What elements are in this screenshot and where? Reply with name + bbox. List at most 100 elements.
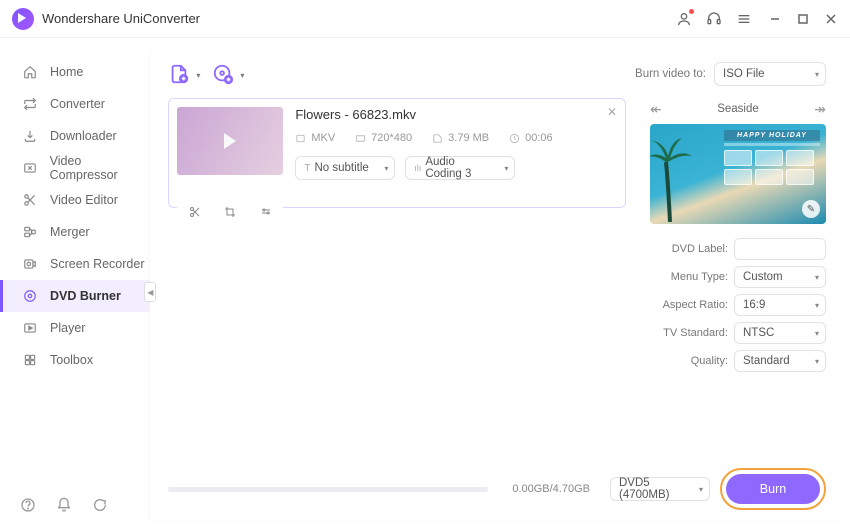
sidebar: Home Converter Downloader Video Compress… [0, 38, 150, 527]
sidebar-item-dvd-burner[interactable]: DVD Burner [0, 280, 150, 312]
feedback-icon[interactable] [92, 497, 108, 513]
tv-standard-select[interactable]: NTSC▾ [734, 322, 826, 344]
merge-icon [22, 224, 38, 240]
video-list: Flowers - 66823.mkv MKV 720*480 3.79 MB … [168, 98, 626, 467]
sidebar-item-label: Screen Recorder [50, 257, 145, 271]
close-button[interactable] [824, 12, 838, 26]
sidebar-item-label: Toolbox [50, 353, 93, 367]
sidebar-item-label: DVD Burner [50, 289, 121, 303]
sidebar-collapse-button[interactable]: ◀ [144, 282, 156, 302]
settings-panel: ↞ Seaside ↠ HAPPY HOLIDAY ✎ [650, 98, 826, 467]
video-filename: Flowers - 66823.mkv [295, 107, 617, 122]
video-duration: 00:06 [509, 132, 553, 144]
trim-icon[interactable] [189, 206, 201, 218]
theme-preview: HAPPY HOLIDAY ✎ [650, 124, 826, 224]
load-disc-button[interactable]: ▾ [212, 63, 234, 85]
sidebar-item-label: Home [50, 65, 83, 79]
burn-highlight: Burn [720, 468, 826, 510]
app-title: Wondershare UniConverter [42, 11, 200, 26]
effect-icon[interactable] [260, 206, 272, 218]
burn-to-value: ISO File [723, 68, 765, 80]
theme-banner-text: HAPPY HOLIDAY [724, 130, 820, 141]
chevron-down-icon: ▾ [699, 485, 703, 494]
audio-select[interactable]: ılıAudio Coding 3▾ [405, 156, 515, 180]
add-file-button[interactable]: ▾ [168, 63, 190, 85]
sidebar-item-label: Downloader [50, 129, 117, 143]
remove-video-button[interactable]: ✕ [607, 105, 617, 119]
disc-type-select[interactable]: DVD5 (4700MB)▾ [610, 477, 710, 501]
edit-theme-button[interactable]: ✎ [802, 200, 820, 218]
quality-select[interactable]: Standard▾ [734, 350, 826, 372]
sidebar-item-converter[interactable]: Converter [0, 88, 150, 120]
video-card: Flowers - 66823.mkv MKV 720*480 3.79 MB … [168, 98, 626, 208]
main-panel: ▾ ▾ Burn video to: ISO File ▾ [150, 44, 844, 521]
content: Flowers - 66823.mkv MKV 720*480 3.79 MB … [168, 98, 826, 467]
sidebar-item-player[interactable]: Player [0, 312, 150, 344]
sidebar-item-editor[interactable]: Video Editor [0, 184, 150, 216]
help-icon[interactable] [20, 497, 36, 513]
dvd-label-input[interactable] [734, 238, 826, 260]
toolbar: ▾ ▾ Burn video to: ISO File ▾ [168, 54, 826, 94]
home-icon [22, 64, 38, 80]
tv-standard-label: TV Standard: [663, 327, 728, 339]
sidebar-item-merger[interactable]: Merger [0, 216, 150, 248]
account-icon[interactable] [674, 9, 694, 29]
titlebar: Wondershare UniConverter [0, 0, 850, 38]
crop-icon[interactable] [224, 206, 236, 218]
sidebar-item-label: Player [50, 321, 85, 335]
quality-label: Quality: [691, 355, 728, 367]
menu-icon[interactable] [734, 9, 754, 29]
theme-name: Seaside [717, 103, 759, 115]
size-text: 0.00GB/4.70GB [512, 483, 590, 495]
chevron-down-icon: ▾ [815, 273, 819, 282]
aspect-ratio-label: Aspect Ratio: [663, 299, 728, 311]
sidebar-item-home[interactable]: Home [0, 56, 150, 88]
app-logo-icon [12, 8, 34, 30]
burn-button[interactable]: Burn [726, 474, 820, 504]
subtitle-select[interactable]: TNo subtitle▾ [295, 156, 395, 180]
toolbox-icon [22, 352, 38, 368]
sidebar-item-label: Merger [50, 225, 90, 239]
video-thumbnail[interactable] [177, 107, 283, 175]
video-format: MKV [295, 132, 335, 144]
bell-icon[interactable] [56, 497, 72, 513]
chevron-down-icon: ▾ [384, 164, 388, 173]
sidebar-item-label: Video Editor [50, 193, 118, 207]
headset-icon[interactable] [704, 9, 724, 29]
sidebar-item-label: Video Compressor [50, 154, 151, 182]
chevron-down-icon: ▾ [240, 71, 244, 80]
menu-type-select[interactable]: Custom▾ [734, 266, 826, 288]
thumb-toolbar [177, 201, 283, 223]
theme-next-button[interactable]: ↠ [814, 101, 826, 118]
sidebar-item-recorder[interactable]: Screen Recorder [0, 248, 150, 280]
burn-to-label: Burn video to: [635, 68, 706, 80]
minimize-button[interactable] [768, 12, 782, 26]
palm-decor-icon [650, 132, 702, 222]
notification-dot-icon [689, 9, 694, 14]
scissors-icon [22, 192, 38, 208]
menu-type-label: Menu Type: [671, 271, 728, 283]
converter-icon [22, 96, 38, 112]
bottom-bar: 0.00GB/4.70GB DVD5 (4700MB)▾ Burn [168, 467, 826, 511]
video-resolution: 720*480 [355, 132, 412, 144]
chevron-down-icon: ▾ [504, 164, 508, 173]
maximize-button[interactable] [796, 12, 810, 26]
video-size: 3.79 MB [432, 132, 489, 144]
size-progress [168, 487, 488, 492]
body: Home Converter Downloader Video Compress… [0, 38, 850, 527]
sidebar-item-compressor[interactable]: Video Compressor [0, 152, 150, 184]
aspect-ratio-select[interactable]: 16:9▾ [734, 294, 826, 316]
play-icon [22, 320, 38, 336]
dvd-label-label: DVD Label: [672, 243, 728, 255]
compress-icon [22, 160, 38, 176]
download-icon [22, 128, 38, 144]
chevron-down-icon: ▾ [196, 71, 200, 80]
burn-to-select[interactable]: ISO File ▾ [714, 62, 826, 86]
chevron-down-icon: ▾ [815, 329, 819, 338]
sidebar-item-downloader[interactable]: Downloader [0, 120, 150, 152]
chevron-down-icon: ▾ [815, 301, 819, 310]
sidebar-item-label: Converter [50, 97, 105, 111]
sidebar-item-toolbox[interactable]: Toolbox [0, 344, 150, 376]
app-window: Wondershare UniConverter Home Converter … [0, 0, 850, 527]
theme-prev-button[interactable]: ↞ [650, 101, 662, 118]
